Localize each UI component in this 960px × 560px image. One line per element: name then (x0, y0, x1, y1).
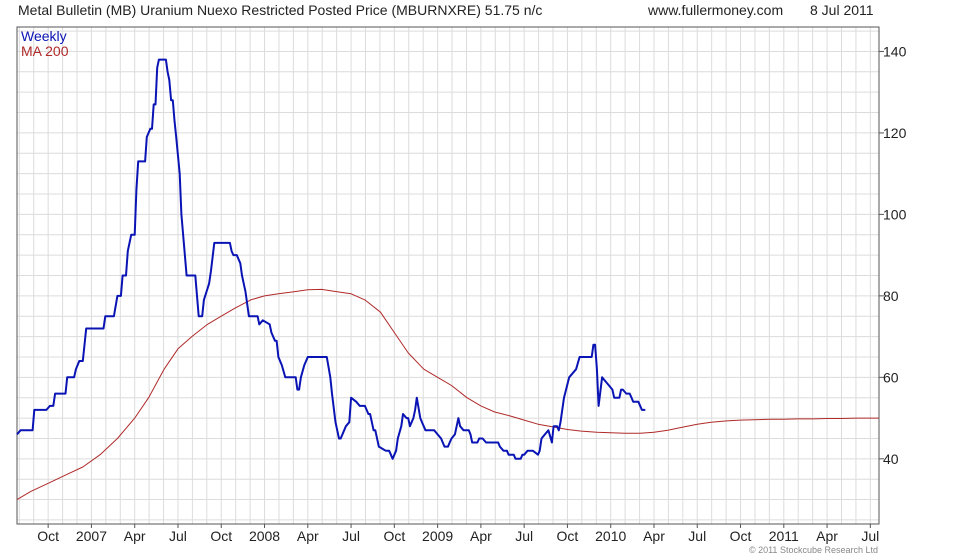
x-tick-label: Apr (297, 528, 319, 544)
x-tick-label: Apr (124, 528, 146, 544)
x-tick-label: Oct (557, 528, 579, 544)
series-line-ma200 (16, 288, 879, 501)
copyright-notice: © 2011 Stockcube Research Ltd (748, 545, 878, 555)
x-tick-label: Jul (169, 528, 187, 544)
y-axis: 40 60 80 100 120 140 (879, 43, 907, 467)
x-tick-label: 2007 (76, 528, 107, 544)
y-tick-label: 140 (883, 43, 907, 59)
x-tick-label: Apr (816, 528, 838, 544)
grid (17, 27, 879, 524)
x-tick-label: Oct (210, 528, 232, 544)
x-tick-label: Apr (643, 528, 665, 544)
x-axis: Oct 2007 Apr Jul Oct 2008 Apr Jul Oct 2009 Apr Jul O… (37, 524, 879, 544)
y-tick-label: 40 (883, 451, 899, 467)
price-chart: 40 60 80 100 120 140 Oct 2007 Apr Jul Oct 2008 Apr J… (16, 26, 907, 544)
x-tick-label: Oct (383, 528, 405, 544)
x-tick-label: 2008 (249, 528, 280, 544)
x-tick-label: Oct (37, 528, 59, 544)
y-tick-label: 120 (883, 125, 907, 141)
x-tick-label: Jul (342, 528, 360, 544)
y-tick-label: 80 (883, 288, 899, 304)
y-tick-label: 60 (883, 369, 899, 385)
legend-entry-ma200: MA 200 (21, 43, 69, 59)
x-tick-label: 2010 (595, 528, 626, 544)
x-tick-label: Jul (688, 528, 706, 544)
y-tick-label: 100 (883, 206, 907, 222)
series-group (16, 58, 879, 501)
x-tick-label: 2009 (422, 528, 453, 544)
x-tick-label: 2011 (769, 528, 799, 544)
legend-entry-weekly: Weekly (21, 28, 67, 44)
legend: WeeklyMA 200 (21, 28, 69, 59)
x-tick-label: Jul (515, 528, 533, 544)
x-tick-label: Oct (730, 528, 752, 544)
x-tick-label: Apr (470, 528, 492, 544)
x-tick-label: Jul (861, 528, 879, 544)
series-line-weekly (16, 58, 646, 460)
